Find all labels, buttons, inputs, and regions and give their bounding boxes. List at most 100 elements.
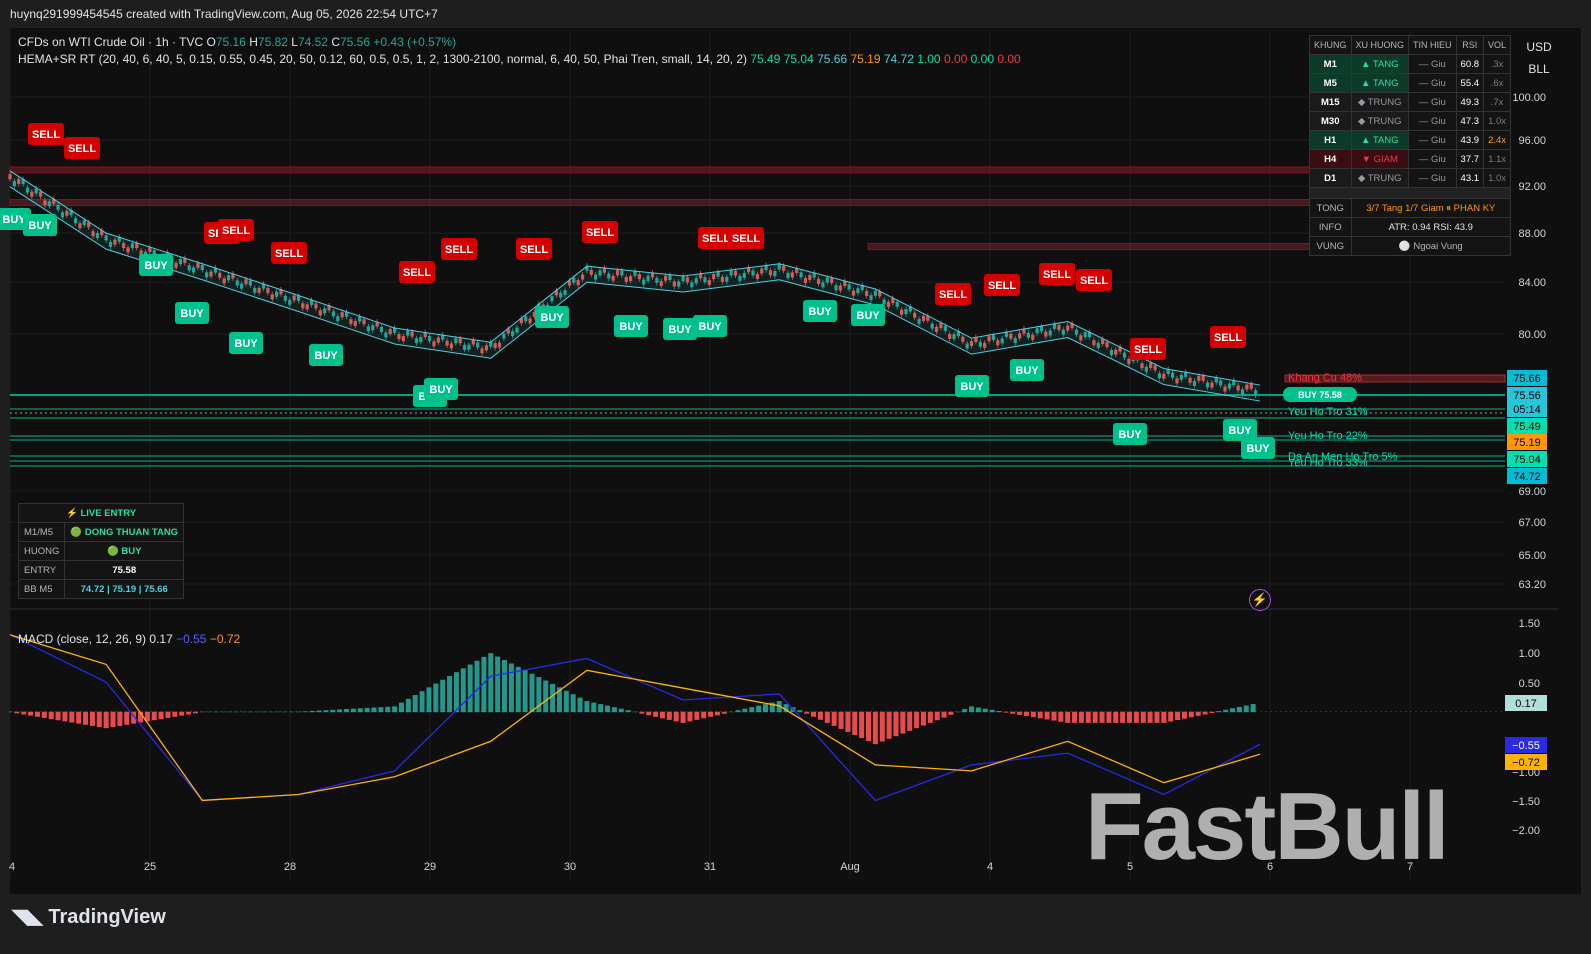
macd-histogram-bar <box>1106 711 1112 723</box>
macd-histogram-bar <box>48 711 54 720</box>
macd-axis-label: 1.50 <box>1519 618 1540 630</box>
macd-axis-label: 1.00 <box>1519 648 1540 660</box>
live-entry-row: BB M5 74.72 | 75.19 | 75.66 <box>17 579 185 599</box>
macd-histogram-bar <box>845 711 851 732</box>
macd-histogram-bar <box>1092 711 1098 723</box>
macd-histogram-bar <box>673 711 679 722</box>
macd-histogram-bar <box>797 710 803 713</box>
price-axis-label: 88.00 <box>1518 228 1546 240</box>
macd-histogram-bar <box>611 707 617 713</box>
level-label: Yeu Ho Tro 22% <box>1288 430 1368 442</box>
currency-usd[interactable]: USD <box>1517 36 1561 58</box>
indicator-values: 75.49 75.04 75.66 75.19 74.72 1.00 0.00 … <box>750 52 1020 66</box>
indicator-value-0: 75.49 <box>750 52 784 66</box>
price-tag-text: 75.19 <box>1513 437 1541 449</box>
signal-cell: 49.3 <box>1455 92 1485 112</box>
signal-cell: .7x <box>1483 92 1512 112</box>
macd-histogram-bar <box>371 707 377 713</box>
macd-histogram-bar <box>749 707 755 713</box>
currency-bll[interactable]: BLL <box>1517 58 1561 80</box>
buy-label: BUY <box>540 312 564 324</box>
macd-histogram-bar <box>962 709 968 713</box>
signal-cell: M5 <box>1309 73 1352 93</box>
signal-cell: 1.0x <box>1483 111 1512 131</box>
macd-histogram-bar <box>886 711 892 739</box>
indicator-value-5: 1.00 <box>917 52 944 66</box>
signal-row-m30: M30 ◆ TRUNG — Giu 47.3 1.0x <box>1309 111 1512 131</box>
sell-label: SELL <box>1214 332 1242 344</box>
macd-histogram-bar <box>21 711 27 715</box>
macd-histogram-bar <box>584 701 590 713</box>
macd-histogram-bar <box>1058 711 1064 722</box>
macd-histogram-bar <box>1230 708 1236 713</box>
macd-histogram-bar <box>179 711 185 716</box>
indicator-name: HEMA+SR RT (20, 40, 6, 40, 5, 0.15, 0.55… <box>18 52 748 66</box>
macd-histogram-bar <box>124 711 130 725</box>
macd-histogram-bar <box>1113 711 1119 723</box>
buy-label: BUY <box>698 321 722 333</box>
price-tag-text: 75.04 <box>1513 454 1541 466</box>
macd-histogram-bar <box>1010 711 1016 714</box>
time-axis-label: 4 <box>9 861 15 873</box>
indicator-legend: HEMA+SR RT (20, 40, 6, 40, 5, 0.15, 0.55… <box>18 52 1021 66</box>
macd-histogram-bar <box>474 660 480 713</box>
macd-histogram-bar <box>1175 711 1181 721</box>
macd-axis-label: 0.50 <box>1519 678 1540 690</box>
price-tag-text: 75.66 <box>1513 373 1541 385</box>
signal-cell: 60.8 <box>1455 54 1485 74</box>
close-value: 75.56 <box>340 35 371 49</box>
symbol-name: CFDs on WTI Crude Oil · 1h · TVC <box>18 35 204 49</box>
macd-histogram-bar <box>158 711 164 720</box>
macd-histogram-bar <box>852 711 858 736</box>
macd-histogram-bar <box>467 664 473 713</box>
macd-histogram-bar <box>666 711 672 720</box>
buy-label: BUY <box>1228 425 1252 437</box>
high-value: 75.82 <box>257 35 288 49</box>
macd-histogram-bar <box>1243 705 1249 713</box>
macd-histogram-bar <box>687 711 693 722</box>
macd-histogram-bar <box>996 710 1002 713</box>
macd-histogram-bar <box>1250 704 1256 713</box>
macd-histogram-bar <box>756 705 762 713</box>
lightning-icon[interactable]: ⚡ <box>1249 589 1271 611</box>
macd-tag-text: 0.17 <box>1515 698 1536 710</box>
macd-histogram-bar <box>838 711 844 729</box>
time-axis-label: Aug <box>840 861 860 873</box>
price-axis-label: 65.00 <box>1518 550 1546 562</box>
macd-histogram-bar <box>508 663 514 713</box>
macd-histogram-bar <box>632 711 638 713</box>
macd-histogram-bar <box>625 710 631 713</box>
macd-histogram-bar <box>1181 711 1187 719</box>
buy-label: BUY <box>429 384 453 396</box>
low-value: 74.52 <box>297 35 328 49</box>
macd-histogram-bar <box>804 711 810 714</box>
macd-histogram-bar <box>955 711 961 713</box>
live-entry-row: M1/M5 🟢 DONG THUAN TANG <box>17 522 185 542</box>
macd-histogram-bar <box>261 711 267 713</box>
macd-histogram-bar <box>110 711 116 728</box>
macd-histogram-bar <box>618 708 624 713</box>
level-label: Yeu Ho Tro 33% <box>1288 457 1368 469</box>
macd-histogram-bar <box>62 711 68 722</box>
time-axis-label: 28 <box>284 861 296 873</box>
macd-histogram-bar <box>1030 711 1036 718</box>
signal-cell: .3x <box>1483 54 1512 74</box>
macd-histogram-bar <box>488 653 494 713</box>
signal-cell: — Giu <box>1408 168 1457 188</box>
macd-histogram-bar <box>1037 711 1043 719</box>
macd-histogram-bar <box>220 711 226 713</box>
macd-histogram-bar <box>254 711 260 713</box>
currency-selector[interactable]: USD BLL <box>1517 36 1561 80</box>
macd-histogram-bar <box>268 711 274 713</box>
macd-histogram-bar <box>69 711 75 723</box>
buy-label: BUY <box>808 306 832 318</box>
macd-histogram-bar <box>570 694 576 713</box>
macd-histogram-bar <box>728 711 734 713</box>
macd-histogram-bar <box>989 709 995 713</box>
tradingview-logo[interactable]: ◥◣ TradingView <box>12 904 166 929</box>
macd-histogram-bar <box>735 710 741 713</box>
level-label: Khang Cu 48% <box>1288 372 1362 384</box>
macd-histogram-bar <box>701 711 707 719</box>
sell-label: SELL <box>445 244 473 256</box>
time-axis-label: 30 <box>564 861 576 873</box>
